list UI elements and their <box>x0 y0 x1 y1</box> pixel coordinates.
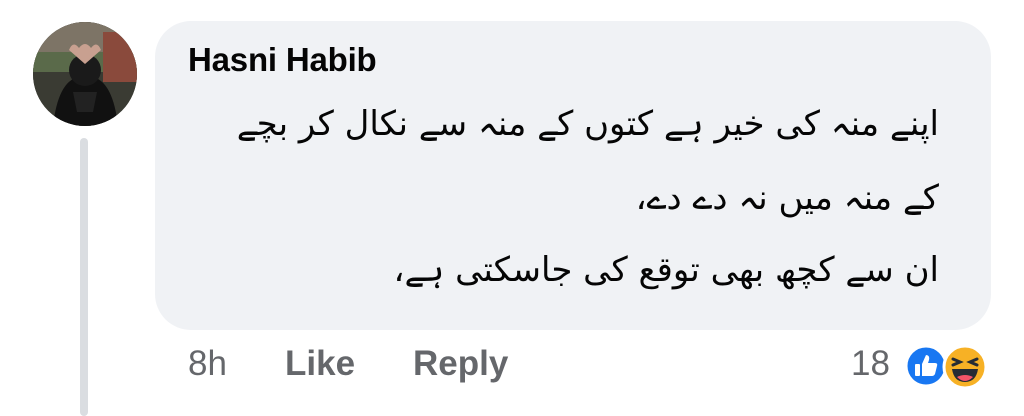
avatar-image <box>33 22 137 126</box>
reaction-count[interactable]: 18 <box>851 344 890 384</box>
comment-text-line: کے منہ میں نہ دے دے، <box>635 178 939 218</box>
comment-root: Hasni Habib اپنے منہ کی خیر ہے کتوں کے م… <box>0 0 1024 416</box>
author-name[interactable]: Hasni Habib <box>188 41 377 79</box>
comment-bubble: Hasni Habib اپنے منہ کی خیر ہے کتوں کے م… <box>155 21 991 330</box>
haha-reaction-icon <box>942 344 988 390</box>
comment-timestamp[interactable]: 8h <box>188 344 227 394</box>
reply-button[interactable]: Reply <box>413 344 508 394</box>
comment-text-line: ان سے کچھ بھی توقع کی جاسکتی ہے، <box>393 250 939 290</box>
avatar[interactable] <box>33 22 137 126</box>
like-button[interactable]: Like <box>285 344 355 394</box>
comment-text-line: اپنے منہ کی خیر ہے کتوں کے منہ سے نکال ک… <box>236 104 939 144</box>
thread-line <box>80 138 88 416</box>
reaction-icons[interactable] <box>904 344 994 390</box>
